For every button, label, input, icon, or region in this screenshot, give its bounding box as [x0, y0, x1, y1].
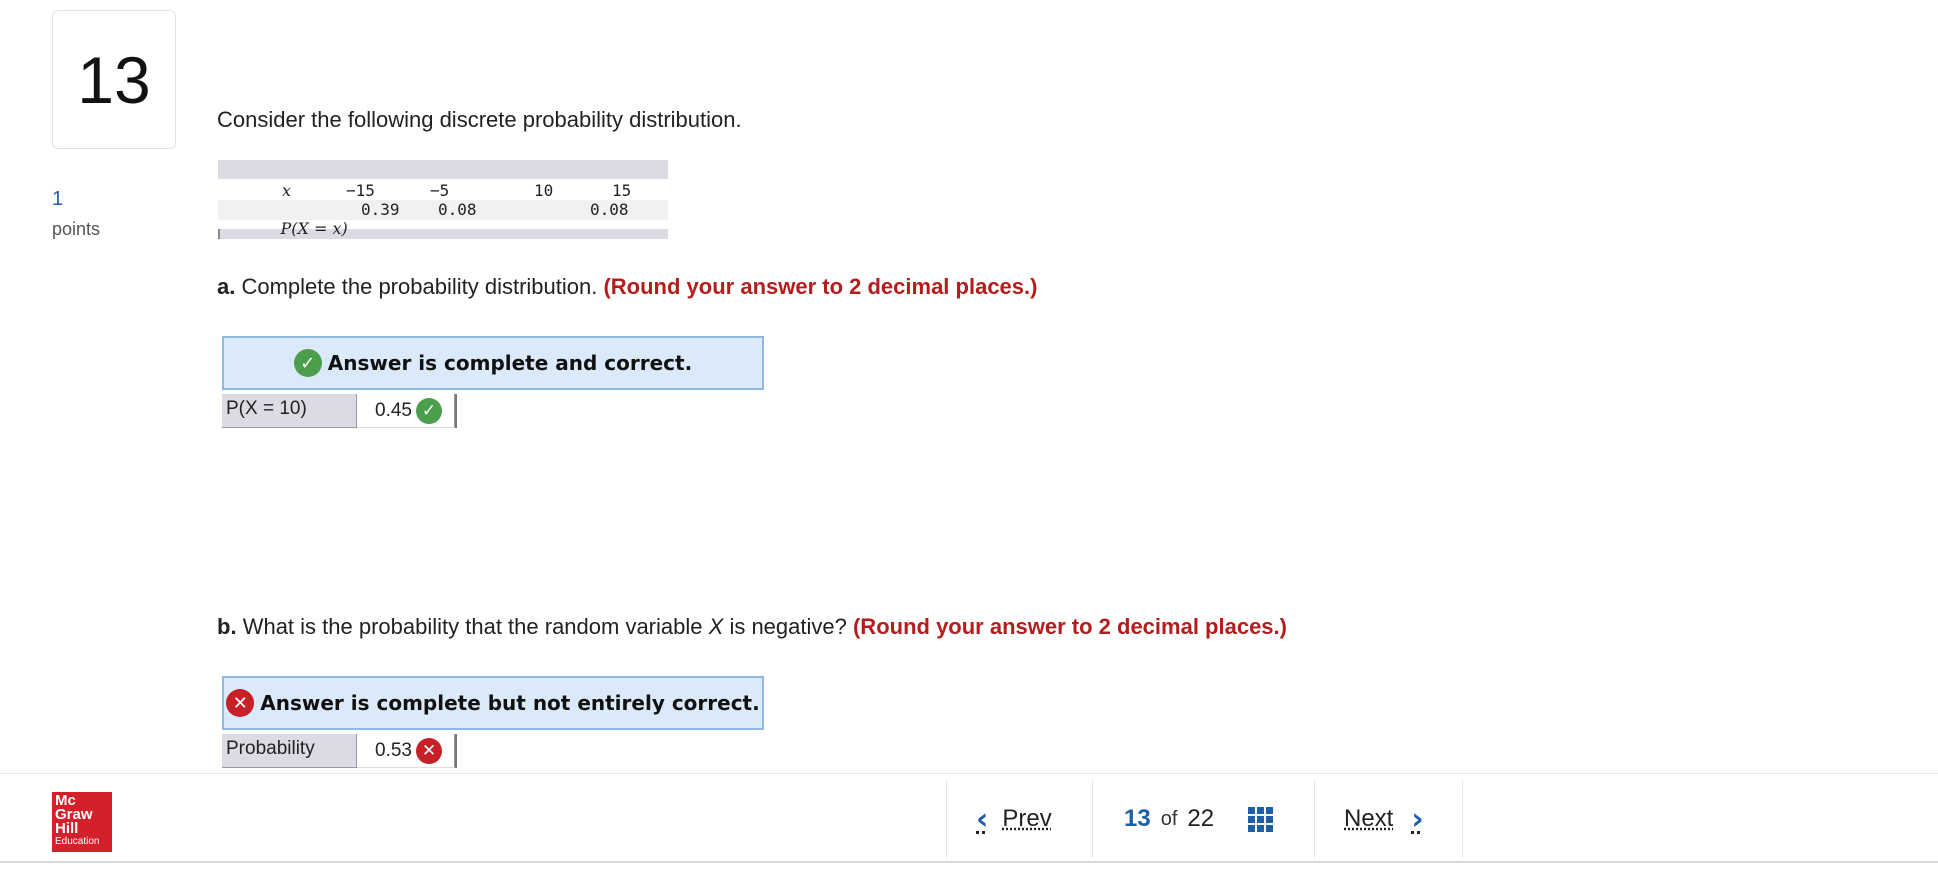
part-a-hint: (Round your answer to 2 decimal places.) — [603, 274, 1038, 299]
part-a-answer-value: 0.45 — [375, 399, 412, 421]
part-a-result-banner: ✓ Answer is complete and correct. — [222, 336, 764, 390]
part-b-variable: X — [708, 614, 724, 639]
logo-line-3: Hill — [55, 820, 79, 837]
part-a-answer-field[interactable]: 0.45 ✓ — [357, 394, 457, 428]
chevron-right-icon: › — [1411, 801, 1424, 837]
points-block: 1 points — [52, 188, 100, 240]
logo-line-4: Education — [55, 836, 100, 847]
nav-divider — [946, 780, 947, 858]
x-value-3: 10 — [534, 181, 554, 200]
part-a-row-label: P(X = 10) — [222, 394, 357, 428]
part-b-text-after: is negative? — [729, 614, 847, 639]
p-value-2: 0.08 — [438, 200, 477, 219]
page-indicator: 13 of 22 — [1124, 780, 1274, 858]
x-header: x — [282, 181, 292, 200]
points-label: points — [52, 219, 101, 239]
part-a-answer-row: P(X = 10) 0.45 ✓ — [222, 394, 457, 428]
next-button[interactable]: Next › — [1344, 780, 1424, 858]
x-value-4: 15 — [612, 181, 632, 200]
part-b-answer-value: 0.53 — [375, 739, 412, 761]
part-a-label: a. — [217, 274, 236, 299]
p-value-4: 0.08 — [590, 200, 629, 219]
x-value-2: −5 — [430, 181, 450, 200]
p-header-text: P(X = x) — [280, 219, 348, 238]
mcgraw-hill-logo: Mc Graw Hill Education — [52, 792, 112, 852]
prev-button[interactable]: ‹ Prev — [976, 780, 1052, 858]
part-b-result-banner: ✕ Answer is complete but not entirely co… — [222, 676, 764, 730]
part-b-hint: (Round your answer to 2 decimal places.) — [852, 614, 1287, 639]
check-circle-icon: ✓ — [293, 349, 322, 377]
next-label: Next — [1344, 805, 1394, 832]
part-a-text: Complete the probability distribution. — [241, 274, 598, 299]
part-b-question: b. What is the probability that the rand… — [217, 614, 1287, 640]
x-circle-icon: ✕ — [226, 689, 255, 717]
check-icon: ✓ — [415, 397, 442, 424]
total-pages: 22 — [1187, 805, 1215, 832]
footer-nav: Mc Graw Hill Education ‹ Prev 13 of 22 N… — [0, 773, 1938, 863]
part-a-question: a. Complete the probability distribution… — [217, 274, 1037, 300]
part-a-banner-text: Answer is complete and correct. — [327, 351, 693, 375]
prev-label: Prev — [1002, 805, 1052, 832]
x-value-1: −15 — [346, 181, 375, 200]
grid-icon[interactable] — [1248, 806, 1274, 832]
of-label: of — [1160, 807, 1178, 830]
question-number: 13 — [52, 10, 176, 149]
current-page: 13 — [1124, 805, 1151, 832]
question-prompt: Consider the following discrete probabil… — [217, 107, 742, 132]
nav-divider — [1462, 780, 1463, 858]
part-b-answer-field[interactable]: 0.53 ✕ — [357, 734, 457, 768]
part-b-banner-text: Answer is complete but not entirely corr… — [260, 691, 760, 715]
chevron-left-icon: ‹ — [976, 801, 989, 837]
nav-divider — [1092, 780, 1093, 858]
points-value: 1 — [52, 188, 64, 210]
x-icon: ✕ — [415, 737, 442, 764]
nav-divider — [1314, 780, 1315, 858]
probability-distribution-table: x P(X = x) −15 −5 10 15 0.39 0.08 0.08 — [218, 160, 668, 240]
part-b-text-before: What is the probability that the random … — [242, 614, 703, 639]
p-value-1: 0.39 — [361, 200, 400, 219]
part-b-row-label: Probability — [222, 734, 357, 768]
table-header-band — [218, 160, 668, 179]
part-b-answer-row: Probability 0.53 ✕ — [222, 734, 457, 768]
part-b-label: b. — [217, 614, 237, 639]
p-header: P(X = x) — [242, 200, 348, 257]
